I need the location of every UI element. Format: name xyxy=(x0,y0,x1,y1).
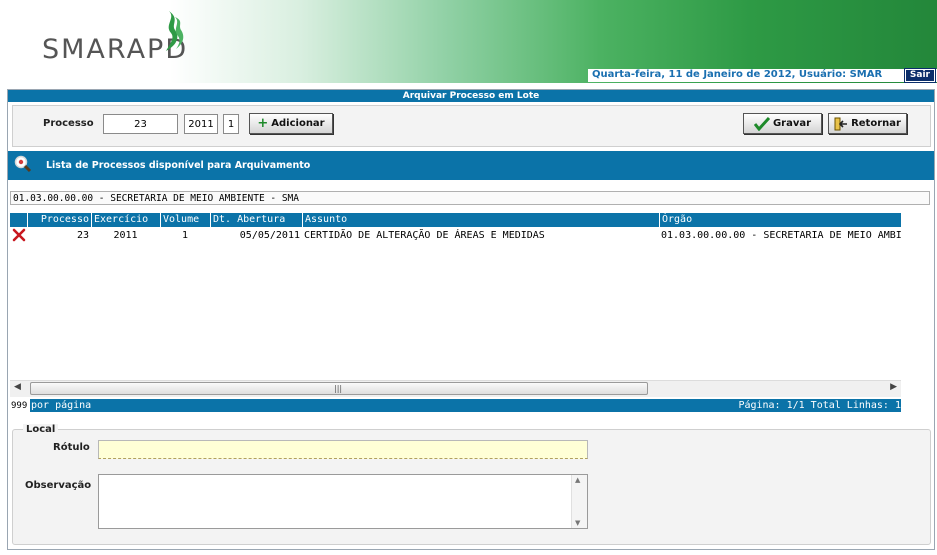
process-form-panel: Processo + Adicionar Gravar Retornar xyxy=(12,105,931,147)
table-header: Processo Exercício Volume Dt. Abertura A… xyxy=(10,213,901,227)
rotulo-label: Rótulo xyxy=(53,442,90,453)
return-arrow-icon xyxy=(834,117,848,130)
scroll-left-icon[interactable]: ◀ xyxy=(14,382,21,392)
column-header-exercicio[interactable]: Exercício xyxy=(91,213,160,227)
processo-number-input[interactable] xyxy=(103,114,178,134)
column-header-assunto[interactable]: Assunto xyxy=(302,213,659,227)
grip-icon: ||| xyxy=(334,384,343,393)
textarea-vertical-scrollbar[interactable]: ▲ ▼ xyxy=(571,475,587,528)
checkmark-icon xyxy=(753,116,770,131)
processo-year-input[interactable] xyxy=(184,114,218,134)
return-button[interactable]: Retornar xyxy=(828,113,907,134)
observacao-textarea[interactable]: ▲ ▼ xyxy=(98,474,588,529)
process-list-title: Lista de Processos disponível para Arqui… xyxy=(46,160,311,171)
column-header-processo[interactable]: Processo xyxy=(27,213,91,227)
table-row[interactable]: 23 2011 1 05/05/2011 CERTIDÃO DE ALTERAÇ… xyxy=(10,228,901,243)
cell-exercicio: 2011 xyxy=(113,230,138,241)
flame-logo-icon xyxy=(166,11,184,51)
processo-label: Processo xyxy=(43,118,94,129)
scrollbar-thumb[interactable]: ||| xyxy=(30,382,648,395)
main-frame: Arquivar Processo em Lote Processo + Adi… xyxy=(7,89,935,550)
scroll-right-icon[interactable]: ▶ xyxy=(890,382,897,392)
rotulo-input[interactable] xyxy=(98,440,588,459)
save-button-label: Gravar xyxy=(772,118,812,129)
local-fieldset: Local Rótulo Observação ▲ ▼ xyxy=(12,424,931,545)
column-header-volume[interactable]: Volume xyxy=(160,213,210,227)
plus-icon: + xyxy=(257,115,269,131)
delete-row-button[interactable] xyxy=(10,228,27,243)
add-button[interactable]: + Adicionar xyxy=(249,113,333,134)
cell-dt-abertura: 05/05/2011 xyxy=(239,230,300,241)
app-banner: SMARAPD Quarta-feira, 11 de Janeiro de 2… xyxy=(0,0,937,83)
cell-volume: 1 xyxy=(181,230,189,241)
delete-x-icon xyxy=(12,228,26,242)
page-title: Arquivar Processo em Lote xyxy=(8,90,934,102)
pagination-info: Página: 1/1 Total Linhas: 1 xyxy=(738,400,901,411)
pagination-bar: por página Página: 1/1 Total Linhas: 1 xyxy=(10,399,901,412)
cell-assunto: CERTIDÃO DE ALTERAÇÃO DE ÁREAS E MEDIDAS xyxy=(304,230,545,241)
cell-orgao: 01.03.00.00.00 - SECRETARIA DE MEIO AMBI… xyxy=(661,230,901,241)
session-info-text: Quarta-feira, 11 de Janeiro de 2012, Usu… xyxy=(592,69,883,80)
per-page-label: por página xyxy=(31,400,92,411)
logout-button[interactable]: Sair xyxy=(903,68,937,83)
session-info-bar: Quarta-feira, 11 de Janeiro de 2012, Usu… xyxy=(588,68,937,83)
table-horizontal-scrollbar[interactable]: ◀ ||| ▶ xyxy=(10,380,901,397)
local-legend: Local xyxy=(23,424,59,435)
save-button[interactable]: Gravar xyxy=(743,113,822,134)
scroll-up-icon[interactable]: ▲ xyxy=(575,476,580,484)
search-list-icon xyxy=(14,155,32,173)
observacao-label: Observação xyxy=(25,480,92,491)
column-header-orgao[interactable]: Órgão xyxy=(659,213,901,227)
group-row: 01.03.00.00.00 - SECRETARIA DE MEIO AMBI… xyxy=(10,191,930,205)
page-size-input[interactable] xyxy=(10,399,30,412)
processo-volume-input[interactable] xyxy=(223,114,239,134)
cell-processo: 23 xyxy=(76,230,89,241)
process-list-header: Lista de Processos disponível para Arqui… xyxy=(8,151,934,180)
return-button-label: Retornar xyxy=(851,118,901,129)
add-button-label: Adicionar xyxy=(271,118,325,129)
column-header-action xyxy=(10,213,27,227)
scroll-down-icon[interactable]: ▼ xyxy=(575,519,580,527)
column-header-dt-abertura[interactable]: Dt. Abertura xyxy=(210,213,302,227)
